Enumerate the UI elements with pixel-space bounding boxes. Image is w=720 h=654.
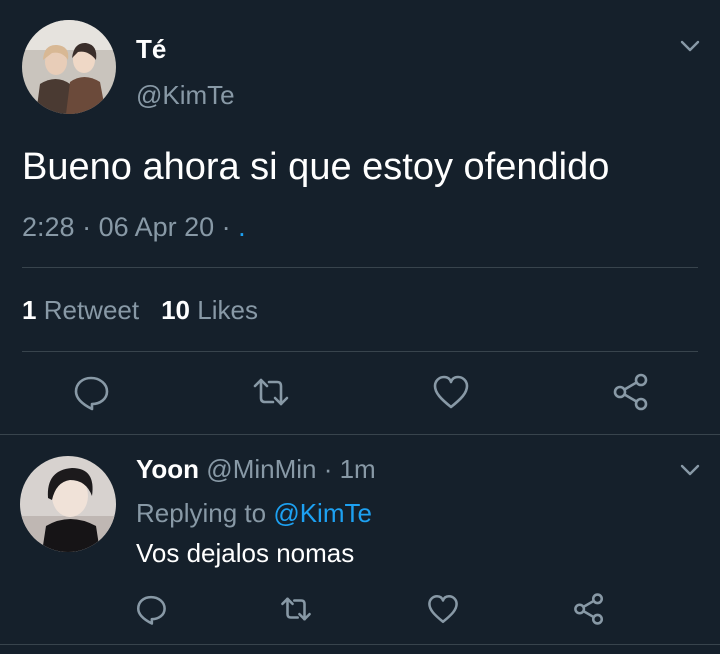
reply-icon[interactable] bbox=[71, 372, 111, 412]
divider bbox=[22, 267, 698, 268]
likes-label: Likes bbox=[197, 295, 258, 325]
retweet-icon[interactable] bbox=[279, 592, 313, 626]
divider bbox=[0, 434, 720, 435]
likes-stat[interactable]: 10 Likes bbox=[161, 295, 258, 325]
reply-author-avatar[interactable] bbox=[20, 456, 116, 552]
tweet-stats: 1 Retweet 10 Likes bbox=[22, 293, 258, 327]
reply-time: 1m bbox=[339, 454, 376, 484]
author-display-name[interactable]: Té bbox=[136, 34, 166, 64]
reply-text: Vos dejalos nomas bbox=[136, 538, 355, 568]
retweets-stat[interactable]: 1 Retweet bbox=[22, 295, 139, 325]
reply-author-display-name[interactable]: Yoon bbox=[136, 454, 199, 484]
chevron-down-icon[interactable] bbox=[678, 458, 702, 482]
divider bbox=[22, 351, 698, 352]
retweets-label: Retweet bbox=[43, 295, 140, 325]
reply-icon[interactable] bbox=[134, 592, 168, 626]
author-avatar[interactable] bbox=[22, 20, 116, 114]
tweet-source[interactable]: . bbox=[238, 212, 246, 242]
tweet-date: 06 Apr 20 bbox=[98, 212, 215, 242]
heart-icon[interactable] bbox=[426, 592, 460, 626]
reply-header: Yoon @MinMin · 1m bbox=[136, 452, 376, 486]
replying-to: Replying to @KimTe bbox=[136, 496, 372, 530]
retweet-icon[interactable] bbox=[251, 372, 291, 412]
meta-separator: · bbox=[74, 212, 99, 242]
tweet-text: Bueno ahora si que estoy ofendido bbox=[22, 146, 610, 188]
tweet-meta: 2:28 · 06 Apr 20 · . bbox=[22, 210, 246, 244]
share-icon[interactable] bbox=[611, 372, 651, 412]
retweets-count: 1 bbox=[22, 295, 37, 325]
share-icon[interactable] bbox=[572, 592, 606, 626]
likes-count: 10 bbox=[161, 295, 191, 325]
author-handle[interactable]: @KimTe bbox=[136, 80, 235, 110]
chevron-down-icon[interactable] bbox=[678, 34, 702, 58]
replying-label: Replying to bbox=[136, 498, 267, 528]
tweet-time: 2:28 bbox=[22, 212, 75, 242]
heart-icon[interactable] bbox=[431, 372, 471, 412]
replying-to-handle[interactable]: @KimTe bbox=[273, 498, 372, 528]
meta-separator: · bbox=[316, 454, 340, 484]
divider bbox=[0, 644, 720, 645]
meta-separator: · bbox=[214, 212, 239, 242]
reply-author-handle[interactable]: @MinMin bbox=[206, 454, 316, 484]
